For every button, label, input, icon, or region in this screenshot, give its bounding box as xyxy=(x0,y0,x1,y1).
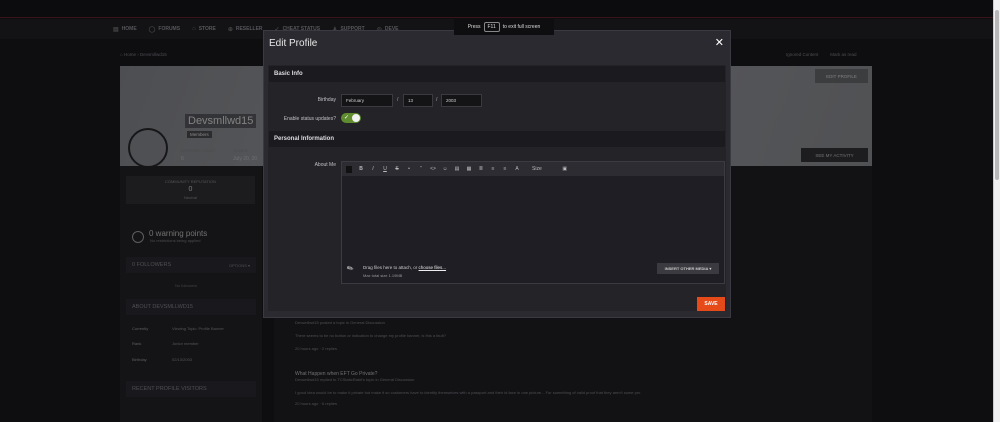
close-icon[interactable]: ✕ xyxy=(715,36,724,49)
date-separator: / xyxy=(397,97,399,103)
choose-files-link[interactable]: choose files... xyxy=(419,265,447,270)
page-scrollbar[interactable] xyxy=(993,0,1000,422)
image-icon[interactable]: ▤ xyxy=(454,166,460,172)
size-dropdown[interactable]: Size xyxy=(532,166,542,172)
about-me-editor[interactable]: B I U S • “ <> ☺ ▤ ▦ ≣ ≡ ≡ A Size ▣ ✎ Dr… xyxy=(341,161,725,284)
birthday-label: Birthday xyxy=(317,97,336,103)
preview-icon[interactable]: ▣ xyxy=(562,166,568,172)
personal-info-header: Personal Information xyxy=(269,131,725,147)
align-right-icon[interactable]: ≡ xyxy=(502,166,508,172)
bold-button[interactable]: B xyxy=(358,166,364,172)
attach-text: Drag files here to attach, or choose fil… xyxy=(363,265,447,270)
toggle-knob xyxy=(352,114,360,122)
underline-button[interactable]: U xyxy=(382,166,388,172)
font-color-icon[interactable]: A xyxy=(514,166,520,172)
source-icon[interactable] xyxy=(346,165,352,173)
status-updates-label: Enable status updates? xyxy=(283,116,336,122)
date-separator: / xyxy=(436,97,438,103)
code-icon[interactable]: <> xyxy=(430,166,436,172)
fullscreen-banner: Press F11 to exit full screen xyxy=(454,19,554,35)
save-button[interactable]: SAVE xyxy=(697,297,725,311)
italic-button[interactable]: I xyxy=(370,166,376,172)
basic-info-header: Basic Info xyxy=(269,66,725,82)
align-icon[interactable]: ≡ xyxy=(490,166,496,172)
birthday-month-select[interactable]: February xyxy=(341,94,393,107)
birthday-day-select[interactable]: 13 xyxy=(403,94,433,107)
about-me-label: About Me xyxy=(314,162,336,168)
f11-key: F11 xyxy=(483,22,500,32)
quote-icon[interactable]: “ xyxy=(418,166,424,172)
paperclip-icon: ✎ xyxy=(345,262,356,275)
modal-title: Edit Profile xyxy=(269,38,318,49)
check-icon: ✓ xyxy=(344,115,350,121)
strike-button[interactable]: S xyxy=(394,166,400,172)
list-icon[interactable]: ≣ xyxy=(478,166,484,172)
birthday-year-select[interactable]: 2003 xyxy=(441,94,482,107)
emoji-icon[interactable]: ☺ xyxy=(442,166,448,172)
media-icon[interactable]: ▦ xyxy=(466,166,472,172)
status-updates-toggle[interactable]: ✓ xyxy=(341,113,361,123)
attach-max-size: Max total size 1.19MB xyxy=(363,273,403,278)
link-icon[interactable]: • xyxy=(406,166,412,172)
editor-toolbar: B I U S • “ <> ☺ ▤ ▦ ≣ ≡ ≡ A Size ▣ xyxy=(342,162,724,176)
insert-media-button[interactable]: INSERT OTHER MEDIA ▾ xyxy=(657,263,719,274)
